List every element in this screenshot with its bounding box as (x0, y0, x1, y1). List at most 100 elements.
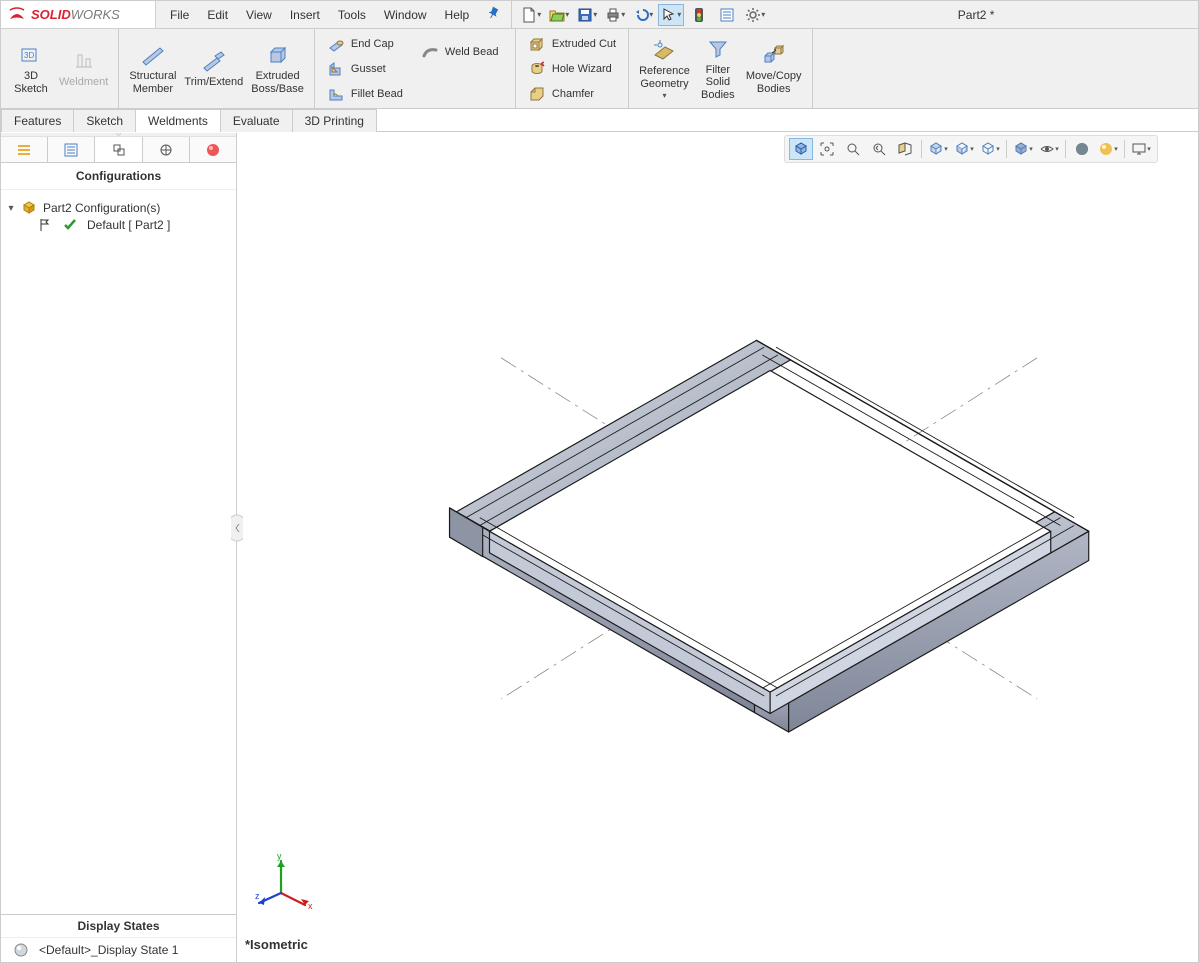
settings-button[interactable]: ▾ (742, 4, 768, 26)
dimxpert-icon (158, 142, 174, 158)
axis-y-label: y (277, 853, 282, 861)
view-orientation2-button[interactable]: ▾ (978, 138, 1002, 160)
fillet-bead-button[interactable]: Fillet Bead (323, 82, 413, 106)
open-doc-button[interactable]: ▾ (546, 4, 572, 26)
tab-evaluate[interactable]: Evaluate (220, 109, 293, 132)
hole-wizard-label: Hole Wizard (552, 63, 612, 75)
graphics-viewport[interactable]: ▾ ▾ ▾ ▾ ▾ ▾ (237, 133, 1198, 962)
app-logo: SOLIDWORKS (1, 1, 156, 29)
config-default[interactable]: Default [ Part2 ] (5, 218, 232, 232)
print-button[interactable]: ▾ (602, 4, 628, 26)
view-cube-icon (793, 141, 809, 157)
structural-member-button[interactable]: Structural Member (125, 31, 180, 106)
move-copy-button[interactable]: Move/Copy Bodies (742, 31, 806, 106)
axis-z-label: z (255, 891, 260, 901)
panel-tab-display[interactable] (190, 137, 236, 162)
menu-window[interactable]: Window (376, 4, 435, 26)
fillet-bead-icon (327, 85, 345, 103)
move-copy-icon (761, 42, 787, 68)
shaded-cube-icon (1013, 141, 1029, 157)
new-doc-button[interactable]: ▾ (518, 4, 544, 26)
configurations-icon (111, 142, 127, 158)
config-root[interactable]: ▾ Part2 Configuration(s) (5, 198, 232, 218)
panel-grip[interactable] (1, 133, 236, 137)
sketch3d-icon: 3D (18, 42, 44, 68)
save-button[interactable]: ▾ (574, 4, 600, 26)
options-panel-button[interactable] (714, 4, 740, 26)
display-state-row[interactable]: <Default>_Display State 1 (1, 937, 236, 962)
hide-show-icon (954, 141, 970, 157)
chamfer-label: Chamfer (552, 88, 594, 100)
extruded-cut-button[interactable]: Extruded Cut (524, 32, 620, 56)
section-view-button[interactable] (893, 138, 917, 160)
apply-scene-button[interactable]: ▾ (1096, 138, 1120, 160)
display-style-button[interactable]: ▾ (926, 138, 950, 160)
display-style-icon (928, 141, 944, 157)
panel-tab-dimxpert[interactable] (143, 137, 190, 162)
gusset-button[interactable]: Gusset (323, 57, 413, 81)
tab-sketch[interactable]: Sketch (73, 109, 136, 132)
configuration-tree: ▾ Part2 Configuration(s) Default [ Part2… (1, 190, 236, 914)
move-copy-label: Move/Copy Bodies (746, 70, 802, 95)
undo-button[interactable]: ▾ (630, 4, 656, 26)
panel-tab-property[interactable] (48, 137, 95, 162)
menu-insert[interactable]: Insert (282, 4, 328, 26)
hole-wizard-button[interactable]: Hole Wizard (524, 57, 620, 81)
heads-up-toolbar: ▾ ▾ ▾ ▾ ▾ ▾ (784, 135, 1158, 163)
filter-icon (705, 36, 731, 62)
zoom-fit-button[interactable] (815, 138, 839, 160)
display-state-label: <Default>_Display State 1 (39, 943, 178, 957)
panel-tab-configurations[interactable] (95, 137, 142, 162)
weld-bead-label: Weld Bead (445, 46, 499, 58)
reference-geometry-button[interactable]: Reference Geometry ▾ (635, 31, 694, 106)
pin-icon[interactable] (487, 6, 501, 23)
tab-features[interactable]: Features (1, 109, 74, 132)
monitor-icon (1131, 141, 1147, 157)
filter-solid-button[interactable]: Filter Solid Bodies (694, 31, 742, 106)
menu-view[interactable]: View (238, 4, 280, 26)
previous-view-button[interactable] (867, 138, 891, 160)
zoom-fit-icon (819, 141, 835, 157)
scene-icon (1098, 141, 1114, 157)
open-folder-icon (549, 7, 565, 23)
tree-toggle-icon[interactable]: ▾ (5, 203, 17, 214)
weld-bead-icon (421, 43, 439, 61)
view-orientation-button[interactable] (789, 138, 813, 160)
config-root-label: Part2 Configuration(s) (43, 201, 160, 215)
view-settings-button[interactable]: ▾ (1129, 138, 1153, 160)
tab-weldments[interactable]: Weldments (135, 109, 221, 132)
extruded-boss-button[interactable]: Extruded Boss/Base (247, 31, 308, 106)
weldment-icon (71, 48, 97, 74)
save-icon (577, 7, 593, 23)
end-cap-button[interactable]: End Cap (323, 32, 413, 56)
zoom-area-button[interactable] (841, 138, 865, 160)
menu-tools[interactable]: Tools (330, 4, 374, 26)
chamfer-button[interactable]: Chamfer (524, 82, 620, 106)
menu-edit[interactable]: Edit (199, 4, 236, 26)
hide-show-button[interactable]: ▾ (952, 138, 976, 160)
filter-solid-label: Filter Solid Bodies (701, 64, 735, 102)
shaded-button[interactable]: ▾ (1011, 138, 1035, 160)
view-orientation-label: *Isometric (245, 937, 308, 952)
eye-button[interactable]: ▾ (1037, 138, 1061, 160)
view-triad[interactable]: x y z (255, 853, 315, 916)
rebuild-button[interactable] (686, 4, 712, 26)
appearance-sphere-icon (1074, 141, 1090, 157)
tab-3d-printing[interactable]: 3D Printing (292, 109, 377, 132)
fillet-bead-label: Fillet Bead (351, 88, 403, 100)
end-cap-icon (327, 35, 345, 53)
sketch3d-label: 3D Sketch (14, 70, 48, 95)
trim-extend-icon (201, 48, 227, 74)
menu-file[interactable]: File (162, 4, 197, 26)
extruded-cut-icon (528, 35, 546, 53)
weld-bead-button[interactable]: Weld Bead (417, 40, 507, 64)
panel-tab-feature-tree[interactable] (1, 137, 48, 162)
edit-appearance-button[interactable] (1070, 138, 1094, 160)
trim-extend-button[interactable]: Trim/Extend (180, 31, 247, 106)
sketch3d-button[interactable]: 3D 3D Sketch (7, 31, 55, 106)
undo-icon (633, 7, 649, 23)
weldment-label: Weldment (59, 76, 108, 89)
document-title: Part2 * (774, 8, 1198, 22)
menu-help[interactable]: Help (437, 4, 478, 26)
select-tool-button[interactable]: ▾ (658, 4, 684, 26)
